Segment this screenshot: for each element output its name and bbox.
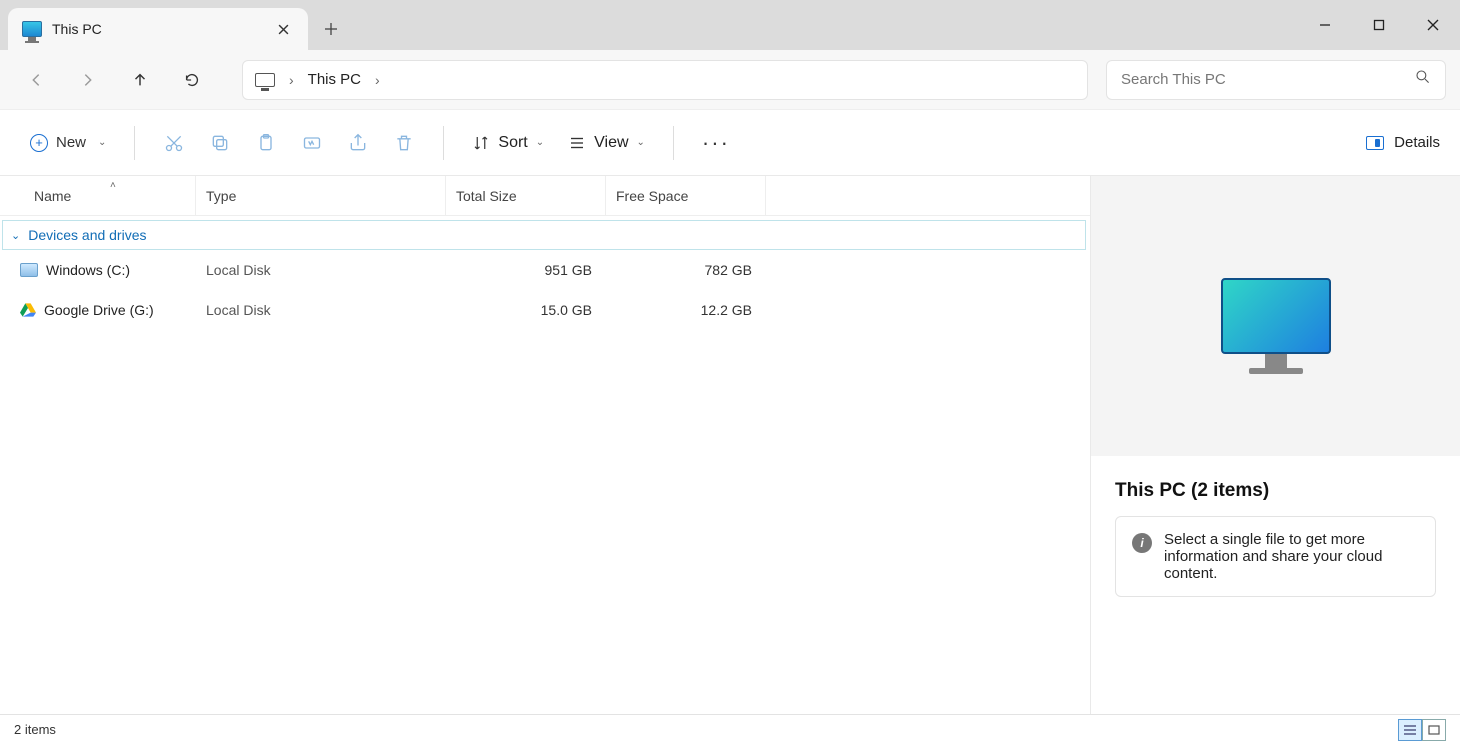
- details-label: Details: [1394, 134, 1440, 151]
- drive-free-space: 782 GB: [606, 262, 766, 278]
- google-drive-icon: [20, 303, 36, 317]
- cut-button[interactable]: [153, 125, 195, 161]
- details-pane-toggle[interactable]: Details: [1366, 134, 1440, 151]
- view-switch: [1398, 719, 1446, 741]
- info-icon: i: [1132, 533, 1152, 553]
- search-icon[interactable]: [1415, 69, 1431, 90]
- new-label: New: [56, 134, 86, 151]
- tab-this-pc[interactable]: This PC: [8, 8, 308, 50]
- sort-label: Sort: [498, 134, 527, 152]
- details-title: This PC (2 items): [1091, 456, 1460, 516]
- divider: [134, 126, 135, 160]
- details-hint-text: Select a single file to get more informa…: [1164, 531, 1419, 582]
- column-header-total-size[interactable]: Total Size: [446, 176, 606, 215]
- more-options-button[interactable]: ···: [692, 130, 740, 156]
- search-box[interactable]: [1106, 60, 1446, 100]
- view-button[interactable]: View ⌄: [558, 128, 655, 158]
- divider: [443, 126, 444, 160]
- drive-free-space: 12.2 GB: [606, 302, 766, 318]
- share-button[interactable]: [337, 125, 379, 161]
- tab-close-button[interactable]: [272, 18, 294, 40]
- drive-name: Google Drive (G:): [44, 302, 154, 318]
- view-large-icons-button[interactable]: [1422, 719, 1446, 741]
- tab-title: This PC: [52, 21, 262, 37]
- group-label: Devices and drives: [28, 227, 146, 243]
- view-label: View: [594, 134, 628, 152]
- forward-button[interactable]: [66, 62, 110, 98]
- breadcrumb-this-pc[interactable]: This PC: [308, 71, 361, 88]
- drive-total-size: 951 GB: [446, 262, 606, 278]
- column-headers: Name ˄ Type Total Size Free Space: [0, 176, 1090, 216]
- chevron-down-icon: ⌄: [11, 229, 20, 242]
- disk-icon: [20, 263, 38, 277]
- this-pc-large-icon: [1221, 278, 1331, 354]
- drive-type: Local Disk: [196, 262, 446, 278]
- sort-indicator-icon: ˄: [110, 180, 116, 191]
- drive-row[interactable]: Google Drive (G:) Local Disk15.0 GB12.2 G…: [0, 290, 1090, 330]
- chevron-down-icon: ⌄: [98, 137, 106, 148]
- group-devices-and-drives[interactable]: ⌄ Devices and drives: [2, 220, 1086, 250]
- maximize-button[interactable]: [1352, 0, 1406, 50]
- copy-button[interactable]: [199, 125, 241, 161]
- chevron-right-icon[interactable]: ›: [289, 72, 294, 88]
- drive-row[interactable]: Windows (C:) Local Disk951 GB782 GB: [0, 250, 1090, 290]
- new-button[interactable]: + New ⌄: [20, 128, 116, 158]
- plus-circle-icon: +: [30, 134, 48, 152]
- paste-button[interactable]: [245, 125, 287, 161]
- up-button[interactable]: [118, 62, 162, 98]
- sort-button[interactable]: Sort ⌄: [462, 128, 554, 158]
- refresh-button[interactable]: [170, 62, 214, 98]
- minimize-button[interactable]: [1298, 0, 1352, 50]
- main-area: Name ˄ Type Total Size Free Space ⌄ Devi…: [0, 176, 1460, 714]
- rename-button[interactable]: [291, 125, 333, 161]
- drive-name: Windows (C:): [46, 262, 130, 278]
- details-preview-area: [1091, 176, 1460, 456]
- status-bar: 2 items: [0, 714, 1460, 744]
- column-header-name[interactable]: Name ˄: [0, 176, 196, 215]
- view-details-button[interactable]: [1398, 719, 1422, 741]
- nav-row: › This PC ›: [0, 50, 1460, 110]
- file-list-pane: Name ˄ Type Total Size Free Space ⌄ Devi…: [0, 176, 1090, 714]
- close-window-button[interactable]: [1406, 0, 1460, 50]
- pc-icon: [255, 73, 275, 87]
- column-header-free-space[interactable]: Free Space: [606, 176, 766, 215]
- details-hint-card: i Select a single file to get more infor…: [1115, 516, 1436, 597]
- back-button[interactable]: [14, 62, 58, 98]
- status-text: 2 items: [14, 722, 56, 737]
- chevron-down-icon: ⌄: [637, 137, 645, 148]
- details-pane: This PC (2 items) i Select a single file…: [1090, 176, 1460, 714]
- titlebar: This PC: [0, 0, 1460, 50]
- window-controls: [1298, 0, 1460, 50]
- details-pane-icon: [1366, 136, 1384, 150]
- column-header-type[interactable]: Type: [196, 176, 446, 215]
- drive-total-size: 15.0 GB: [446, 302, 606, 318]
- search-input[interactable]: [1121, 71, 1415, 88]
- divider: [673, 126, 674, 160]
- this-pc-icon: [22, 21, 42, 37]
- command-bar: + New ⌄ Sort ⌄ View ⌄ ··· Details: [0, 110, 1460, 176]
- new-tab-button[interactable]: [314, 12, 348, 46]
- chevron-down-icon: ⌄: [536, 137, 544, 148]
- drive-type: Local Disk: [196, 302, 446, 318]
- delete-button[interactable]: [383, 125, 425, 161]
- chevron-right-icon[interactable]: ›: [375, 72, 380, 88]
- address-bar[interactable]: › This PC ›: [242, 60, 1088, 100]
